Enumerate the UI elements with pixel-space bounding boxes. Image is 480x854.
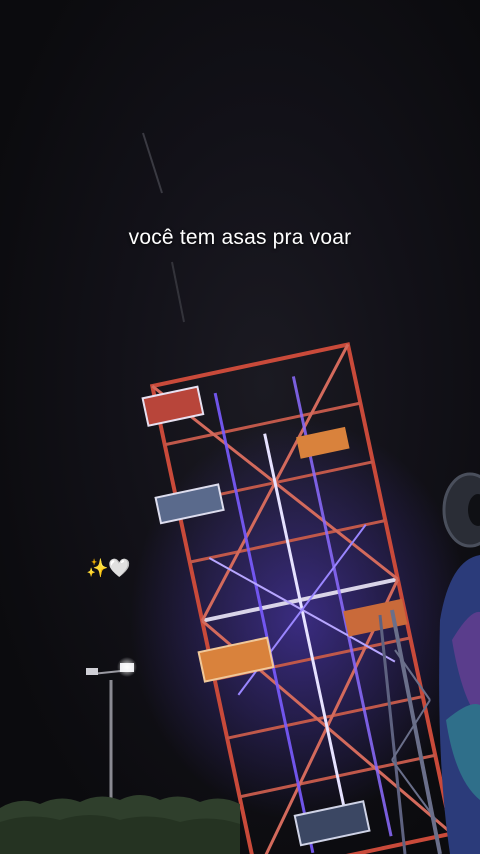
white-heart-icon: 🤍 [108,558,131,579]
video-frame: você tem asas pra voar ✨🤍 [0,0,480,854]
street-light-icon [86,657,137,800]
sticker: ✨🤍 [86,560,131,578]
night-scene [0,132,480,854]
overlay-caption: você tem asas pra voar [128,226,352,249]
sparkles-icon: ✨ [86,558,109,579]
hedge [0,795,240,854]
